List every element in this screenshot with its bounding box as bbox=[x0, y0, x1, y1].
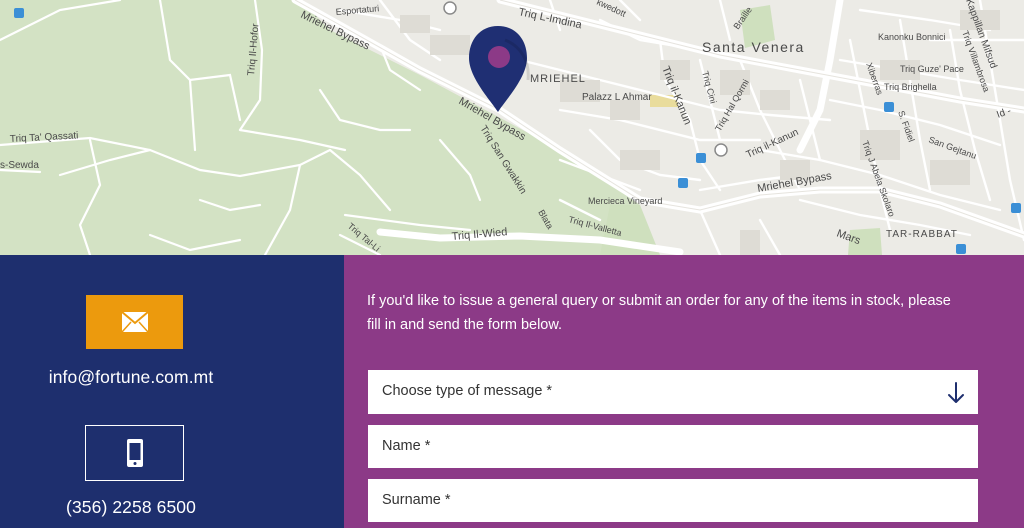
map-label-san-gejtanu: San Gejtanu bbox=[927, 134, 977, 161]
location-pin-dot bbox=[488, 46, 510, 68]
map-label-sewda: s-Sewda bbox=[0, 160, 39, 171]
map-label-triq-cini: Triq Cini bbox=[700, 70, 718, 105]
map-label-kanonku-bonnici: Kanonku Bonnici bbox=[878, 32, 946, 42]
surname-field-placeholder: Surname * bbox=[382, 492, 451, 508]
surname-field[interactable]: Surname * bbox=[368, 479, 978, 522]
map-label-palazz-l-ahmar: Palazz L Ahmar bbox=[582, 92, 652, 103]
arrow-down-icon bbox=[948, 382, 964, 403]
map-label-tar-rabbat: TAR-RABBAT bbox=[886, 229, 958, 240]
envelope-icon bbox=[121, 312, 148, 332]
name-field-placeholder: Name * bbox=[382, 438, 431, 454]
form-intro-text: If you'd like to issue a general query o… bbox=[367, 293, 951, 333]
phone-button[interactable] bbox=[85, 425, 184, 481]
email-link[interactable]: info@fortune.com.mt bbox=[0, 367, 262, 388]
map-label-santa-venera: Santa Venera bbox=[702, 39, 805, 55]
mobile-phone-icon bbox=[126, 439, 143, 467]
map-park-area bbox=[0, 0, 650, 255]
phone-number[interactable]: (356) 2258 6500 bbox=[0, 497, 262, 518]
map-label-triq-guze-pace: Triq Guze' Pace bbox=[900, 64, 964, 74]
contact-panel: info@fortune.com.mt (356) 2258 6500 bbox=[0, 255, 344, 528]
name-field[interactable]: Name * bbox=[368, 425, 978, 468]
map-canvas[interactable]: Santa Venera Triq L-Imdina Mriehel Bypas… bbox=[0, 0, 1024, 255]
map-label-mercieca-vineyard: Mercieca Vineyard bbox=[588, 196, 662, 206]
map-label-triq-brighella: Triq Brighella bbox=[884, 82, 937, 92]
location-map[interactable]: Santa Venera Triq L-Imdina Mriehel Bypas… bbox=[0, 0, 1024, 255]
contact-form-panel: If you'd like to issue a general query o… bbox=[344, 255, 1024, 528]
email-button[interactable] bbox=[86, 295, 183, 349]
map-label-mriehel: MRIEHEL bbox=[530, 73, 586, 85]
message-type-select-label: Choose type of message * bbox=[382, 383, 553, 399]
message-type-select[interactable]: Choose type of message * bbox=[368, 370, 978, 414]
